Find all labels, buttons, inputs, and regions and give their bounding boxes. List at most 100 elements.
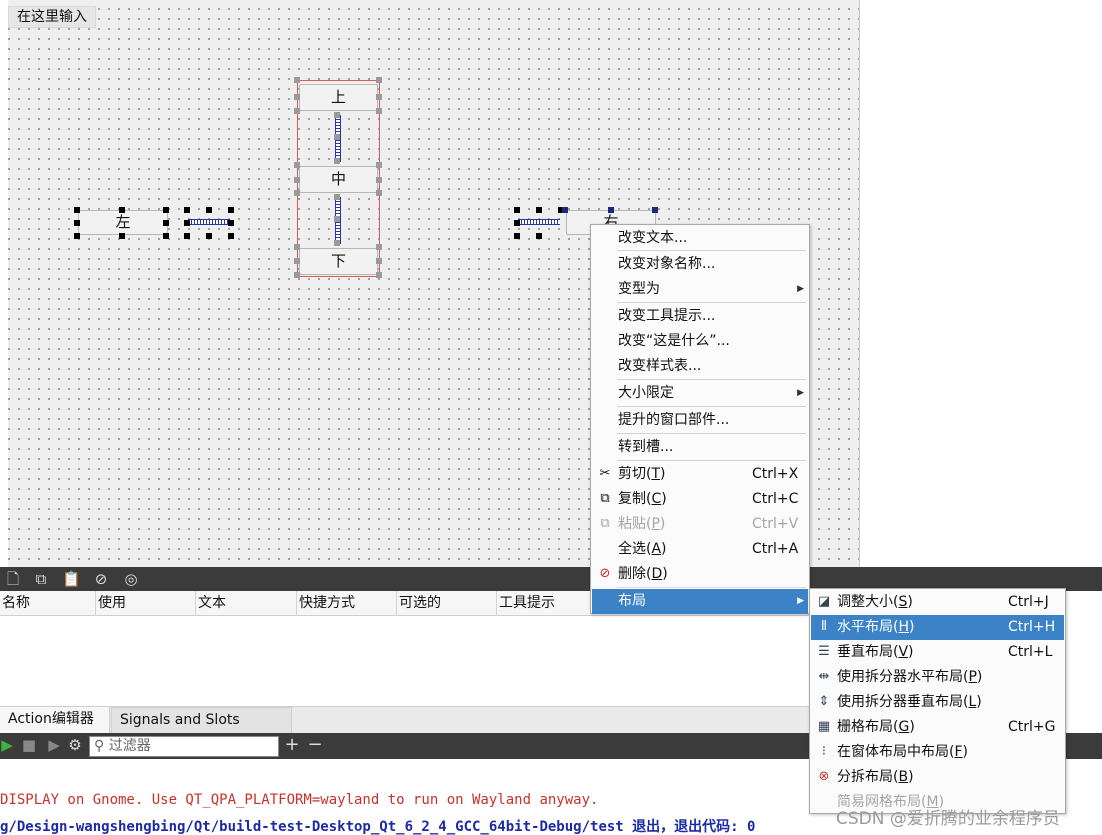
gear-icon[interactable]: ⚙	[66, 736, 84, 754]
run-icon[interactable]: ▶	[0, 736, 16, 754]
menu-item-grid-layout[interactable]: ▦ 栅格布局(G) Ctrl+G	[811, 715, 1064, 740]
column-header[interactable]: 使用	[96, 591, 196, 616]
selection-handle[interactable]	[514, 233, 520, 239]
selection-handle[interactable]	[228, 207, 234, 213]
menu-item-size-constraints[interactable]: 大小限定 ▶	[592, 381, 808, 406]
layout-handle[interactable]	[294, 244, 300, 250]
new-action-icon[interactable]: 🗋	[4, 570, 22, 588]
delete-action-icon[interactable]: ⊘	[92, 570, 110, 588]
menu-item-form-layout[interactable]: ⁝ 在窗体布局中布局(F)	[811, 740, 1064, 765]
selection-handle[interactable]	[608, 207, 614, 213]
menu-item-change-stylesheet[interactable]: 改变样式表...	[592, 354, 808, 379]
column-header[interactable]: 名称	[0, 591, 96, 616]
selection-handle[interactable]	[163, 233, 169, 239]
selection-handle[interactable]	[184, 233, 190, 239]
menu-item-vsplitter-layout[interactable]: ⇕ 使用拆分器垂直布局(L)	[811, 690, 1064, 715]
menu-item-copy[interactable]: ⧉ 复制(C) Ctrl+C	[592, 487, 808, 512]
menu-item-layout[interactable]: 布局 ▶	[592, 589, 808, 614]
layout-handle[interactable]	[294, 162, 300, 168]
button-middle[interactable]: 中	[299, 166, 378, 193]
layout-handle[interactable]	[294, 272, 300, 278]
layout-handle[interactable]	[334, 112, 340, 118]
selection-handle[interactable]	[184, 207, 190, 213]
layout-handle[interactable]	[294, 258, 300, 264]
menu-item-change-text[interactable]: 改变文本...	[592, 226, 808, 251]
layout-handle[interactable]	[376, 108, 382, 114]
selection-handle[interactable]	[74, 220, 80, 226]
layout-handle[interactable]	[376, 190, 382, 196]
layout-handle[interactable]	[294, 94, 300, 100]
action-table-body[interactable]	[0, 616, 810, 706]
menu-item-cut[interactable]: ✂ 剪切(T) Ctrl+X	[592, 462, 808, 487]
layout-handle[interactable]	[334, 134, 340, 140]
button-bottom[interactable]: 下	[299, 248, 378, 275]
layout-handle[interactable]	[376, 177, 382, 183]
layout-handle[interactable]	[376, 94, 382, 100]
rerun-icon[interactable]: ▶	[45, 736, 63, 754]
menu-item-change-object-name[interactable]: 改变对象名称...	[592, 252, 808, 277]
menu-item-vertical-layout[interactable]: ☰ 垂直布局(V) Ctrl+L	[811, 640, 1064, 665]
selection-handle[interactable]	[206, 233, 212, 239]
layout-handle[interactable]	[294, 190, 300, 196]
menu-item-promoted-widgets[interactable]: 提升的窗口部件...	[592, 408, 808, 433]
menu-item-delete[interactable]: ⊘ 删除(D)	[592, 562, 808, 587]
horizontal-spacer[interactable]	[518, 219, 560, 225]
selection-handle[interactable]	[228, 220, 234, 226]
column-header[interactable]: 工具提示	[497, 591, 597, 616]
menu-item-select-all[interactable]: 全选(A) Ctrl+A	[592, 537, 808, 562]
adjust-size-icon: ◪	[817, 594, 831, 609]
selection-handle[interactable]	[74, 233, 80, 239]
menu-item-morph-into[interactable]: 变型为 ▶	[592, 277, 808, 302]
layout-handle[interactable]	[334, 194, 340, 200]
plus-icon[interactable]: +	[283, 736, 301, 754]
selection-handle[interactable]	[514, 207, 520, 213]
selection-handle[interactable]	[228, 233, 234, 239]
selection-handle[interactable]	[562, 207, 568, 213]
menu-item-hsplitter-layout[interactable]: ⇹ 使用拆分器水平布局(P)	[811, 665, 1064, 690]
selection-handle[interactable]	[184, 220, 190, 226]
selection-handle[interactable]	[652, 207, 658, 213]
selection-handle[interactable]	[163, 220, 169, 226]
column-header[interactable]: 快捷方式	[297, 591, 397, 616]
layout-handle[interactable]	[376, 77, 382, 83]
selection-handle[interactable]	[514, 220, 520, 226]
paste-action-icon[interactable]: 📋	[62, 570, 81, 588]
menu-item-go-to-slot[interactable]: 转到槽...	[592, 435, 808, 460]
selection-handle[interactable]	[119, 233, 125, 239]
menu-item-break-layout[interactable]: ⊗ 分拆布局(B)	[811, 765, 1064, 790]
stop-icon[interactable]: ■	[20, 736, 38, 754]
layout-handle[interactable]	[376, 162, 382, 168]
button-top[interactable]: 上	[299, 84, 378, 111]
menu-item-horizontal-layout[interactable]: ⦀ 水平布局(H) Ctrl+H	[811, 615, 1064, 640]
button-left[interactable]: 左	[78, 210, 168, 235]
menu-item-paste[interactable]: ⧉ 粘贴(P) Ctrl+V	[592, 512, 808, 537]
column-header[interactable]: 可选的	[397, 591, 497, 616]
configure-icon[interactable]: ◎	[122, 570, 140, 588]
tab-action-editor[interactable]: Action编辑器	[0, 707, 110, 734]
layout-handle[interactable]	[294, 177, 300, 183]
minus-icon[interactable]: −	[306, 736, 324, 754]
copy-action-icon[interactable]: ⧉	[32, 570, 50, 588]
selection-handle[interactable]	[206, 207, 212, 213]
selection-handle[interactable]	[536, 207, 542, 213]
menu-item-change-whatsthis[interactable]: 改变“这是什么”...	[592, 329, 808, 354]
layout-handle[interactable]	[334, 158, 340, 164]
layout-handle[interactable]	[334, 240, 340, 246]
selection-handle[interactable]	[163, 207, 169, 213]
selection-handle[interactable]	[119, 207, 125, 213]
filter-input[interactable]: ⚲ 过滤器	[89, 736, 279, 757]
layout-handle[interactable]	[376, 258, 382, 264]
layout-handle[interactable]	[294, 77, 300, 83]
layout-handle[interactable]	[294, 108, 300, 114]
layout-handle[interactable]	[376, 272, 382, 278]
horizontal-spacer[interactable]	[188, 219, 230, 225]
column-header[interactable]: 文本	[196, 591, 297, 616]
selection-handle[interactable]	[74, 207, 80, 213]
menu-item-change-tooltip[interactable]: 改变工具提示...	[592, 304, 808, 329]
layout-handle[interactable]	[334, 216, 340, 222]
selection-handle[interactable]	[536, 233, 542, 239]
menu-item-adjust-size[interactable]: ◪ 调整大小(S) Ctrl+J	[811, 590, 1064, 615]
tab-signals-slots[interactable]: Signals and Slots Editor	[111, 707, 292, 753]
layout-handle[interactable]	[376, 244, 382, 250]
menu-bar-placeholder[interactable]: 在这里输入	[8, 6, 96, 28]
